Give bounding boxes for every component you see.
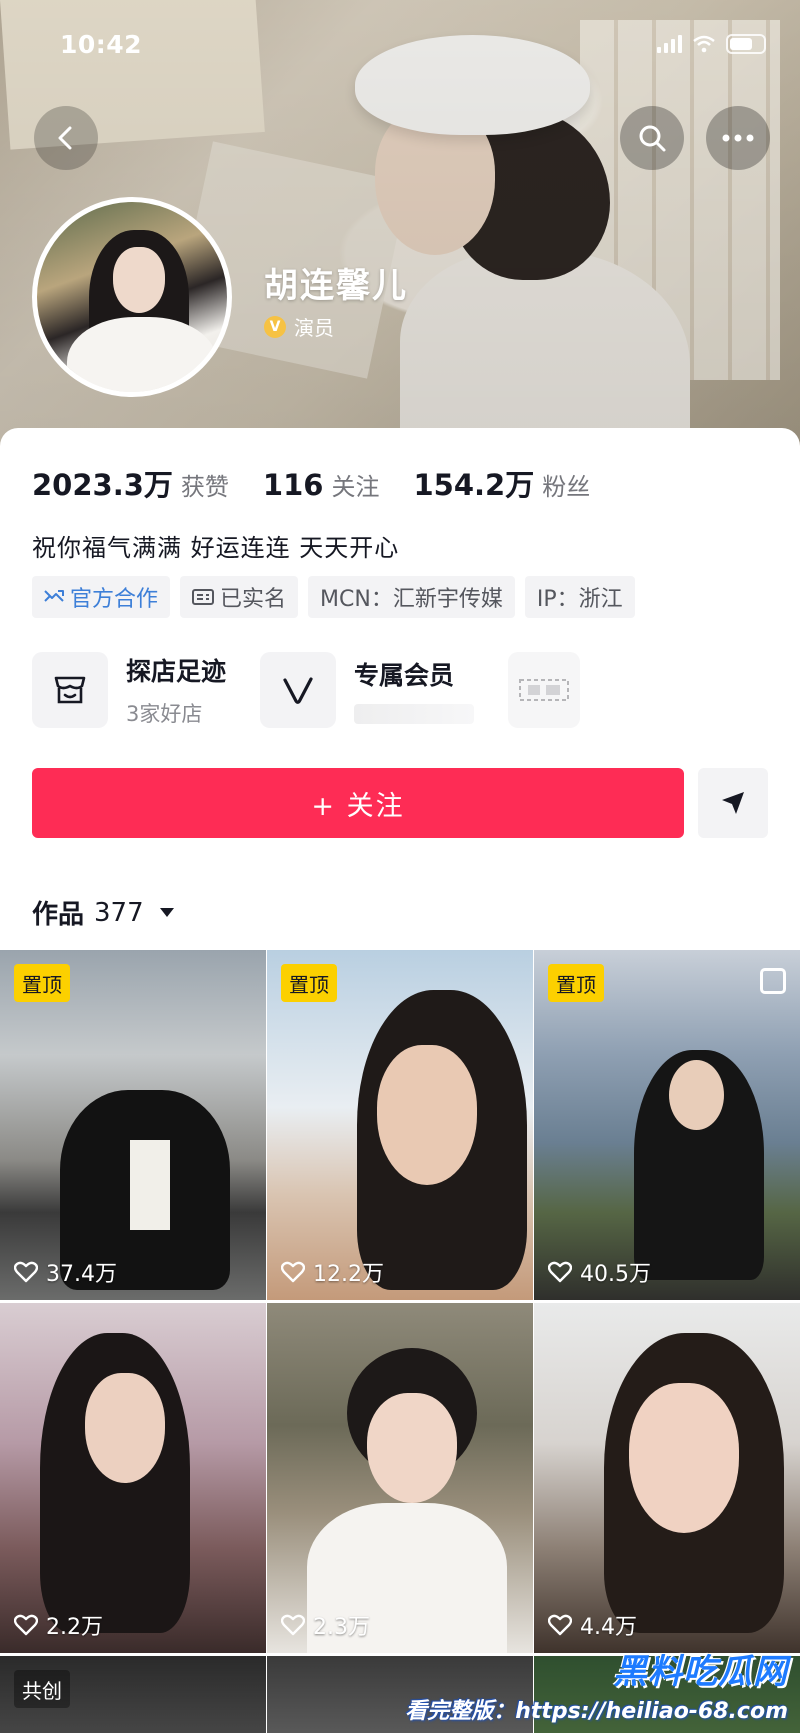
video-tile[interactable]: 2.3万 (267, 1303, 533, 1653)
tile-likes: 2.3万 (281, 1609, 370, 1641)
services-row: 探店足迹 3家好店 专属会员 (32, 652, 614, 728)
tile-likes: 37.4万 (14, 1256, 117, 1288)
likes-label: 获赞 (180, 473, 229, 501)
tile-likes-count: 37.4万 (46, 1262, 117, 1287)
heart-icon (281, 1614, 305, 1636)
tag-verified-name[interactable]: 已实名 (180, 576, 299, 618)
works-tab[interactable]: 作品 377 (32, 894, 174, 931)
avatar-body (67, 317, 217, 392)
verified-badge-icon: V (264, 315, 286, 338)
likes-count: 2023.3万 (32, 468, 173, 502)
tile-likes: 2.2万 (14, 1609, 103, 1641)
tag-verified-label: 已实名 (220, 587, 287, 612)
tag-official-partner[interactable]: 官方合作 (32, 576, 171, 618)
vip-v-icon (260, 652, 337, 728)
profile-sheet: 2023.3万 获赞 116 关注 154.2万 粉丝 祝你福气满满 好运连连 … (0, 428, 800, 1733)
service-member-blurred (354, 704, 475, 724)
tag-ip: IP：浙江 (524, 576, 635, 618)
blurred-icon (508, 652, 581, 728)
video-tile[interactable]: 共创 (0, 1656, 266, 1733)
status-icons (657, 34, 766, 54)
tile-likes-count: 4.4万 (580, 1615, 637, 1640)
verify-row: V 演员 (264, 312, 334, 341)
search-icon (639, 125, 666, 152)
battery-icon (726, 34, 766, 54)
multi-image-icon (760, 968, 786, 994)
tile-likes-count: 40.5万 (580, 1262, 651, 1287)
pinned-badge: 置顶 (548, 964, 604, 1002)
tile-art-face (85, 1373, 165, 1483)
video-tile[interactable]: 置顶 40.5万 (534, 950, 800, 1300)
heart-icon (548, 1614, 572, 1636)
handshake-icon (44, 590, 64, 602)
follow-button[interactable]: + 关注 (32, 768, 684, 838)
caret-down-icon (159, 908, 174, 917)
verify-label: 演员 (294, 316, 334, 340)
tag-official-label: 官方合作 (70, 587, 159, 612)
profile-bio: 祝你福气满满 好运连连 天天开心 (32, 534, 400, 562)
signal-icon (657, 35, 682, 53)
avatar-face (113, 247, 165, 313)
video-grid: 置顶 37.4万 置顶 12.2万 置顶 40.5万 2.2万 2.3万 4.4… (0, 950, 800, 1733)
pinned-badge: 置顶 (14, 964, 70, 1002)
tag-ip-label: IP：浙江 (536, 587, 623, 612)
following-count[interactable]: 116 (263, 468, 324, 502)
id-card-icon (192, 589, 215, 605)
heart-icon (281, 1261, 305, 1283)
send-icon (722, 792, 744, 814)
tile-art-face (377, 1045, 477, 1185)
tile-likes: 12.2万 (281, 1256, 384, 1288)
watermark-logo: 黑料吃瓜网 (613, 1652, 788, 1692)
wifi-icon (693, 35, 715, 53)
more-button[interactable] (706, 106, 770, 170)
service-store-sub: 3家好店 (126, 702, 203, 726)
stats-row: 2023.3万 获赞 116 关注 154.2万 粉丝 (32, 462, 624, 504)
service-store-title: 探店足迹 (126, 657, 227, 686)
followers-label[interactable]: 粉丝 (542, 467, 590, 502)
chevron-left-icon (58, 126, 72, 150)
heart-icon (14, 1261, 38, 1283)
service-member-title: 专属会员 (354, 661, 455, 690)
more-dots-icon (722, 134, 754, 142)
tile-likes-count: 2.3万 (313, 1615, 370, 1640)
video-tile[interactable]: 2.2万 (0, 1303, 266, 1653)
tile-likes: 4.4万 (548, 1609, 637, 1641)
profile-name: 胡连馨儿 (264, 266, 408, 306)
tile-likes: 40.5万 (548, 1256, 651, 1288)
tag-mcn[interactable]: MCN：汇新宇传媒 (308, 576, 515, 618)
video-tile[interactable]: 置顶 37.4万 (0, 950, 266, 1300)
store-icon (32, 652, 108, 728)
pinned-badge: 置顶 (281, 964, 337, 1002)
works-count: 377 (94, 897, 144, 928)
heart-icon (14, 1614, 38, 1636)
service-store-visits[interactable]: 探店足迹 3家好店 (32, 652, 226, 728)
share-button[interactable] (698, 768, 768, 838)
heart-icon (548, 1261, 572, 1283)
profile-tags: 官方合作 已实名 MCN：汇新宇传媒 IP：浙江 (32, 576, 635, 618)
works-label: 作品 (32, 900, 85, 930)
tile-art (634, 1050, 764, 1280)
avatar[interactable] (32, 197, 232, 397)
service-exclusive-member[interactable]: 专属会员 (260, 652, 475, 728)
video-tile[interactable]: 置顶 12.2万 (267, 950, 533, 1300)
tile-likes-count: 2.2万 (46, 1615, 103, 1640)
tag-mcn-label: MCN：汇新宇传媒 (320, 587, 503, 612)
co-creation-badge: 共创 (14, 1670, 70, 1708)
status-time: 10:42 (60, 30, 143, 59)
tile-art-face (629, 1383, 739, 1533)
following-label[interactable]: 关注 (331, 467, 379, 502)
tile-likes-count: 12.2万 (313, 1262, 384, 1287)
site-watermark: 黑料吃瓜网 看完整版：https://heiliao-68.com (405, 1644, 788, 1725)
search-button[interactable] (620, 106, 684, 170)
followers-count[interactable]: 154.2万 (413, 462, 534, 504)
video-tile[interactable]: 4.4万 (534, 1303, 800, 1653)
watermark-url: 看完整版：https://heiliao-68.com (405, 1699, 788, 1724)
tile-art-face (367, 1393, 457, 1503)
back-button[interactable] (34, 106, 98, 170)
service-blurred[interactable] (508, 652, 581, 728)
